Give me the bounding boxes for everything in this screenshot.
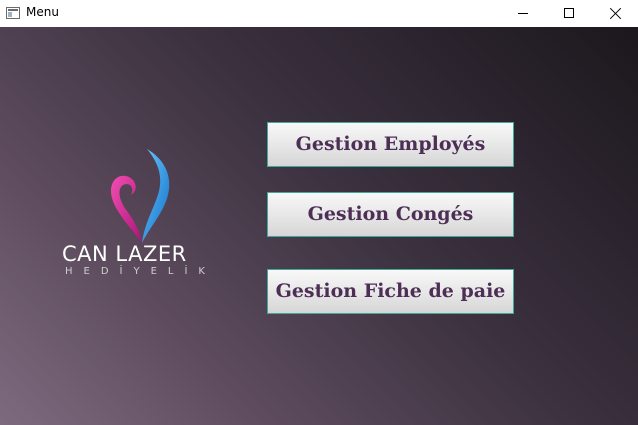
gestion-conges-button[interactable]: Gestion Congés (267, 192, 514, 237)
menu-panel: CAN LAZER HEDİYELİK Gestion Employés Ges… (0, 27, 638, 425)
minimize-icon (518, 13, 528, 14)
gestion-fiche-de-paie-button[interactable]: Gestion Fiche de paie (267, 269, 514, 314)
window-title: Menu (26, 5, 59, 19)
maximize-icon (564, 8, 574, 18)
close-icon (609, 7, 622, 20)
title-bar: Menu (0, 0, 638, 27)
logo-company-name: CAN LAZER (62, 242, 187, 266)
minimize-button[interactable] (500, 0, 546, 27)
app-window-icon[interactable] (6, 7, 20, 19)
maximize-button[interactable] (546, 0, 592, 27)
heart-pin-icon (111, 149, 170, 243)
logo-company-subtitle: HEDİYELİK (65, 266, 216, 277)
close-button[interactable] (592, 0, 638, 27)
gestion-employes-button[interactable]: Gestion Employés (267, 122, 514, 167)
company-logo: CAN LAZER HEDİYELİK (55, 145, 230, 285)
